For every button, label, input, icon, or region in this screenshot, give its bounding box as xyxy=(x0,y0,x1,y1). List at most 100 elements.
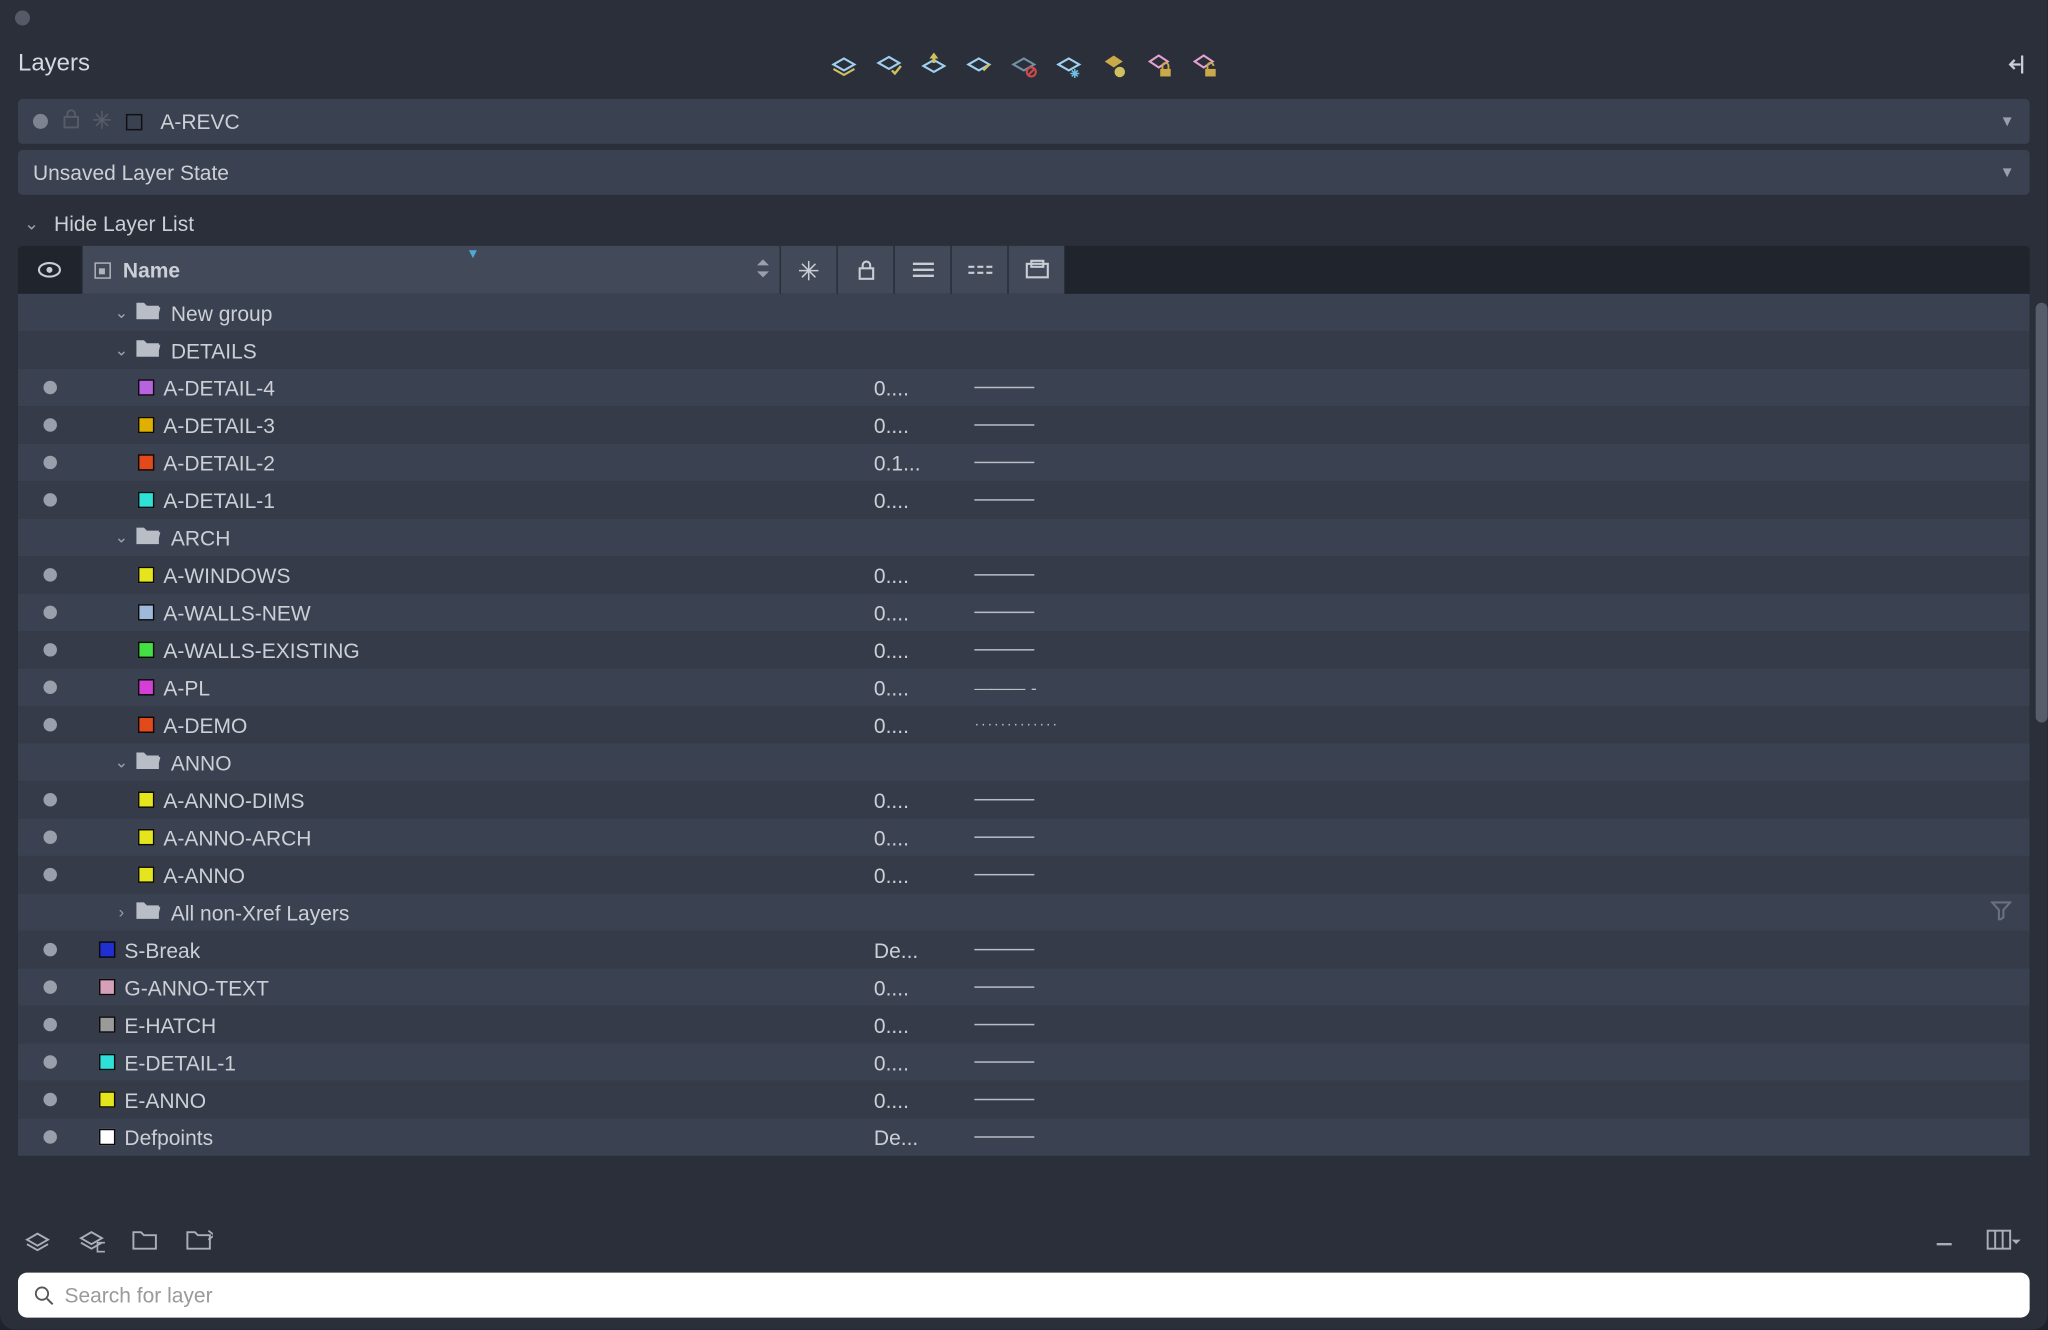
new-layer-icon[interactable] xyxy=(24,1226,51,1253)
new-layer-state-icon[interactable] xyxy=(78,1226,105,1253)
column-name-header[interactable]: Name ▼ xyxy=(81,246,780,294)
layer-row[interactable]: A-WINDOWS0.... xyxy=(18,556,2030,593)
layer-row[interactable]: A-DETAIL-30.... xyxy=(18,406,2030,443)
layer-lock-icon[interactable] xyxy=(1144,49,1174,79)
visibility-dot-icon[interactable] xyxy=(43,793,56,806)
layer-color-swatch[interactable] xyxy=(99,1054,115,1070)
layer-color-swatch[interactable] xyxy=(99,1129,115,1145)
current-layer-dropdown[interactable]: A-REVC ▼ xyxy=(18,99,2030,144)
visibility-dot-icon[interactable] xyxy=(43,980,56,993)
column-plot-icon[interactable] xyxy=(1007,246,1064,294)
layer-unlock-icon[interactable] xyxy=(1189,49,1219,79)
layer-row[interactable]: ⌄ARCH xyxy=(18,519,2030,556)
visibility-dot-icon[interactable] xyxy=(43,1018,56,1031)
layer-row[interactable]: ⌄DETAILS xyxy=(18,331,2030,368)
chevron-down-icon[interactable]: ⌄ xyxy=(108,528,135,547)
columns-menu-icon[interactable] xyxy=(1985,1226,2024,1253)
layer-color-swatch[interactable] xyxy=(138,567,154,583)
layer-row[interactable]: ⌄New group xyxy=(18,294,2030,331)
layer-row[interactable]: G-ANNO-TEXT0.... xyxy=(18,968,2030,1005)
open-folder-icon[interactable] xyxy=(132,1226,159,1253)
layer-row[interactable]: ⌄ANNO xyxy=(18,744,2030,781)
layer-row[interactable]: E-HATCH0.... xyxy=(18,1006,2030,1043)
visibility-dot-icon[interactable] xyxy=(43,943,56,956)
visibility-dot-icon[interactable] xyxy=(43,493,56,506)
layer-color-swatch[interactable] xyxy=(99,979,115,995)
visibility-dot-icon[interactable] xyxy=(43,381,56,394)
layer-row[interactable]: S-BreakDe... xyxy=(18,931,2030,968)
layer-row[interactable]: A-ANNO-DIMS0.... xyxy=(18,781,2030,818)
dock-panel-icon[interactable] xyxy=(2000,49,2030,79)
folder-icon xyxy=(135,525,162,550)
layer-search[interactable] xyxy=(18,1273,2030,1318)
layer-state-dropdown[interactable]: Unsaved Layer State ▼ xyxy=(18,150,2030,195)
layer-row[interactable]: A-PL0....——— - xyxy=(18,669,2030,706)
lineweight-value: 0.... xyxy=(874,675,940,699)
layer-color-swatch[interactable] xyxy=(138,417,154,433)
layer-row[interactable]: E-DETAIL-10.... xyxy=(18,1043,2030,1080)
layer-freeze-icon[interactable] xyxy=(1054,49,1084,79)
column-linetype-icon[interactable] xyxy=(950,246,1007,294)
visibility-dot-icon[interactable] xyxy=(43,418,56,431)
layer-up-icon[interactable] xyxy=(919,49,949,79)
visibility-dot-icon[interactable] xyxy=(43,456,56,469)
layer-row[interactable]: DefpointsDe... xyxy=(18,1118,2030,1155)
layer-row[interactable]: ›All non-Xref Layers xyxy=(18,893,2030,930)
layer-off-icon[interactable] xyxy=(1009,49,1039,79)
visibility-dot-icon[interactable] xyxy=(43,868,56,881)
visibility-dot-icon[interactable] xyxy=(43,606,56,619)
visibility-dot-icon[interactable] xyxy=(43,681,56,694)
visibility-dot-icon[interactable] xyxy=(43,1093,56,1106)
filter-icon[interactable] xyxy=(1991,899,2012,924)
hide-layer-list-toggle[interactable]: ⌄ Hide Layer List xyxy=(0,201,2048,246)
layer-color-swatch[interactable] xyxy=(138,454,154,470)
layer-color-swatch[interactable] xyxy=(138,379,154,395)
layer-color-swatch[interactable] xyxy=(99,941,115,957)
layer-color-swatch[interactable] xyxy=(99,1016,115,1032)
visibility-dot-icon[interactable] xyxy=(43,830,56,843)
layer-row[interactable]: A-ANNO0.... xyxy=(18,856,2030,893)
layer-color-swatch[interactable] xyxy=(99,1091,115,1107)
layer-row[interactable]: A-DETAIL-40.... xyxy=(18,369,2030,406)
column-visibility-icon[interactable] xyxy=(18,256,81,283)
layer-row[interactable]: A-ANNO-ARCH0.... xyxy=(18,818,2030,855)
visibility-dot-icon[interactable] xyxy=(43,643,56,656)
layer-stack-icon[interactable] xyxy=(829,49,859,79)
search-input[interactable] xyxy=(55,1273,2014,1318)
layer-color-swatch[interactable] xyxy=(138,642,154,658)
chevron-down-icon[interactable]: ⌄ xyxy=(108,303,135,322)
layer-color-swatch[interactable] xyxy=(138,492,154,508)
visibility-dot-icon[interactable] xyxy=(43,1130,56,1143)
layer-row[interactable]: A-WALLS-EXISTING0.... xyxy=(18,631,2030,668)
visibility-dot-icon[interactable] xyxy=(43,1055,56,1068)
layer-list[interactable]: ⌄New group⌄DETAILSA-DETAIL-40....A-DETAI… xyxy=(18,294,2030,1193)
chevron-right-icon[interactable]: › xyxy=(108,903,135,921)
linetype-preview xyxy=(974,836,1046,837)
visibility-dot-icon[interactable] xyxy=(43,568,56,581)
layer-color-swatch[interactable] xyxy=(138,604,154,620)
open-folder-arrow-icon[interactable] xyxy=(186,1226,213,1253)
chevron-down-icon[interactable]: ⌄ xyxy=(108,752,135,771)
layer-color-swatch[interactable] xyxy=(138,866,154,882)
layer-edit-icon[interactable] xyxy=(964,49,994,79)
column-lock-icon[interactable] xyxy=(836,246,893,294)
column-lineweight-icon[interactable] xyxy=(893,246,950,294)
layer-color-swatch[interactable] xyxy=(138,679,154,695)
layer-check-icon[interactable] xyxy=(874,49,904,79)
column-freeze-icon[interactable] xyxy=(779,246,836,294)
scrollbar-thumb[interactable] xyxy=(2036,303,2048,723)
layer-row[interactable]: A-DEMO0....············· xyxy=(18,706,2030,743)
layer-color-swatch[interactable] xyxy=(138,791,154,807)
linetype-preview xyxy=(974,799,1046,800)
layer-bulb-icon[interactable] xyxy=(1099,49,1129,79)
chevron-down-icon[interactable]: ⌄ xyxy=(108,340,135,359)
layer-row[interactable]: E-ANNO0.... xyxy=(18,1081,2030,1118)
layer-row[interactable]: A-DETAIL-20.1... xyxy=(18,444,2030,481)
layer-row[interactable]: A-WALLS-NEW0.... xyxy=(18,594,2030,631)
layer-color-swatch[interactable] xyxy=(138,829,154,845)
lineweight-value: 0.... xyxy=(874,863,940,887)
visibility-dot-icon[interactable] xyxy=(43,718,56,731)
layer-row[interactable]: A-DETAIL-10.... xyxy=(18,481,2030,518)
layer-color-swatch[interactable] xyxy=(138,717,154,733)
minimize-icon[interactable] xyxy=(1931,1226,1958,1253)
